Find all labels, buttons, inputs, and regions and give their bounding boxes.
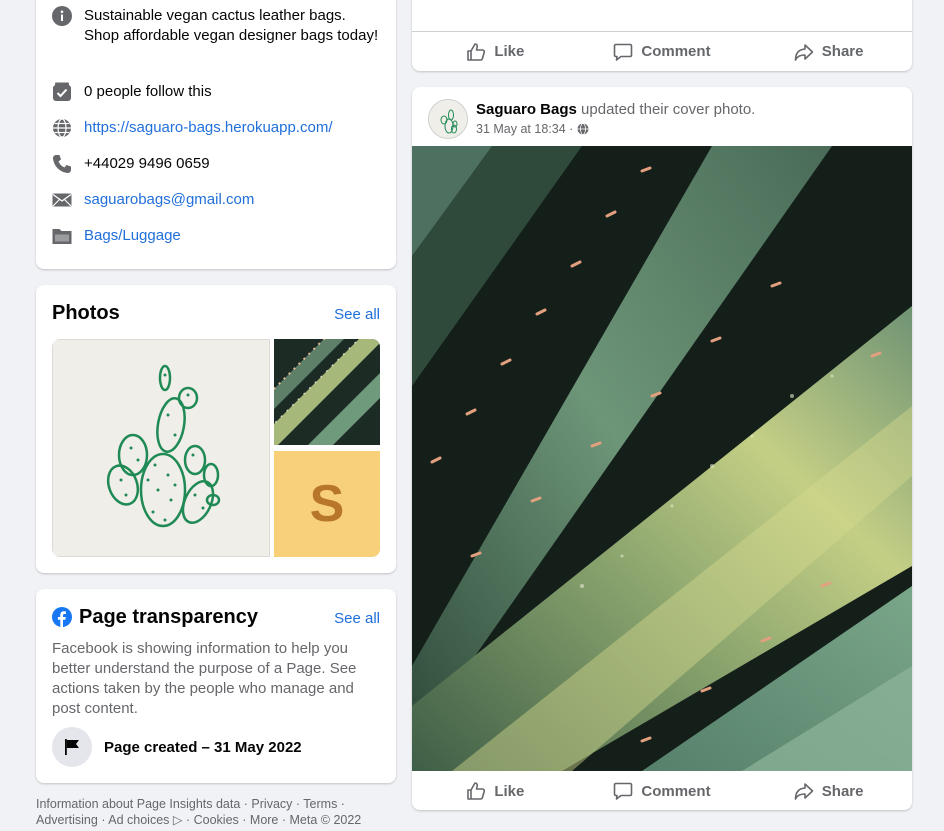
footer-link-ad-choices[interactable]: Ad choices xyxy=(108,813,169,827)
footer-link-advertising[interactable]: Advertising xyxy=(36,813,98,827)
photos-see-all-link[interactable]: See all xyxy=(334,306,380,323)
globe-icon xyxy=(52,118,72,138)
post-header-line: Saguaro Bags updated their cover photo. xyxy=(476,100,755,120)
about-card: Sustainable vegan cactus leather bags. S… xyxy=(36,0,396,269)
page-description: Sustainable vegan cactus leather bags. S… xyxy=(84,7,379,44)
description-row: Sustainable vegan cactus leather bags. S… xyxy=(52,6,382,46)
share-button[interactable]: Share xyxy=(754,781,904,801)
footer: Information about Page Insights data · P… xyxy=(36,797,362,827)
flag-icon xyxy=(52,727,92,767)
transparency-card: Page transparency See all Facebook is sh… xyxy=(36,589,396,783)
share-button[interactable]: Share xyxy=(754,42,904,62)
photo-s-logo[interactable]: S xyxy=(274,451,380,557)
globe-privacy-icon xyxy=(577,123,589,135)
footer-copyright: Meta © 2022 xyxy=(289,813,362,827)
phone-number: +44029 9496 0659 xyxy=(84,155,210,172)
post-meta: 31 May at 18:34 · xyxy=(476,122,589,136)
comment-button[interactable]: Comment xyxy=(587,781,737,801)
like-button[interactable]: Like xyxy=(420,781,570,801)
cover-post-actions: Like Comment Share xyxy=(412,771,912,810)
share-arrow-icon xyxy=(794,43,814,61)
transparency-title: Page transparency xyxy=(79,606,258,628)
photos-grid: S xyxy=(52,339,380,557)
photos-card: Photos See all S xyxy=(36,285,396,573)
like-label: Like xyxy=(494,43,525,60)
previous-post-card: Like Comment Share xyxy=(412,0,912,71)
previous-post-actions: Like Comment Share xyxy=(412,31,912,71)
page-created-row: Page created – 31 May 2022 xyxy=(52,727,302,767)
comment-label: Comment xyxy=(641,782,711,800)
email-link[interactable]: saguarobags@gmail.com xyxy=(84,190,254,210)
followers-row: 0 people follow this xyxy=(52,82,212,102)
footer-link-more[interactable]: More xyxy=(250,813,278,827)
transparency-body: Facebook is showing information to help … xyxy=(52,640,357,717)
photo-cactus-logo[interactable] xyxy=(52,339,270,557)
like-label: Like xyxy=(494,782,525,800)
comment-button[interactable]: Comment xyxy=(587,42,737,62)
cover-photo-post: Saguaro Bags updated their cover photo. … xyxy=(412,87,912,810)
thumbs-up-icon xyxy=(467,782,486,800)
phone-icon xyxy=(52,154,72,174)
category-folder-icon xyxy=(52,226,72,246)
post-action-text: updated their cover photo. xyxy=(581,101,756,118)
website-link[interactable]: https://saguaro-bags.herokuapp.com/ xyxy=(84,118,332,138)
follow-check-icon xyxy=(52,82,72,102)
footer-link-privacy[interactable]: Privacy xyxy=(251,797,292,811)
footer-link-page-insights[interactable]: Information about Page Insights data xyxy=(36,797,240,811)
page-avatar[interactable] xyxy=(428,99,468,139)
info-icon xyxy=(52,6,72,26)
comment-bubble-icon xyxy=(614,782,633,800)
footer-link-cookies[interactable]: Cookies xyxy=(194,813,239,827)
category-link[interactable]: Bags/Luggage xyxy=(84,226,181,246)
share-arrow-icon xyxy=(794,783,814,800)
comment-label: Comment xyxy=(641,43,711,60)
post-timestamp[interactable]: 31 May at 18:34 · xyxy=(476,122,573,136)
website-row: https://saguaro-bags.herokuapp.com/ xyxy=(52,118,332,138)
like-button[interactable]: Like xyxy=(420,42,570,62)
cover-photo-image[interactable] xyxy=(412,146,912,771)
page-created-text: Page created – 31 May 2022 xyxy=(104,738,302,756)
photo-agave-thumbnail[interactable] xyxy=(274,339,380,445)
transparency-see-all-link[interactable]: See all xyxy=(334,610,380,627)
followers-count: 0 people follow this xyxy=(84,83,212,100)
s-logo-letter: S xyxy=(309,475,345,533)
share-label: Share xyxy=(821,43,864,60)
cactus-illustration xyxy=(106,364,221,528)
facebook-logo-icon xyxy=(52,607,72,627)
phone-row: +44029 9496 0659 xyxy=(52,154,210,174)
photos-title: Photos xyxy=(52,302,120,324)
post-author-link[interactable]: Saguaro Bags xyxy=(476,101,577,118)
envelope-icon xyxy=(52,190,72,210)
thumbs-up-icon xyxy=(467,42,486,61)
email-row: saguarobags@gmail.com xyxy=(52,190,254,210)
share-label: Share xyxy=(821,782,864,800)
comment-bubble-icon xyxy=(614,43,633,61)
category-row: Bags/Luggage xyxy=(52,226,181,246)
footer-link-terms[interactable]: Terms xyxy=(303,797,337,811)
ad-choices-icon: ▷ xyxy=(169,813,183,827)
